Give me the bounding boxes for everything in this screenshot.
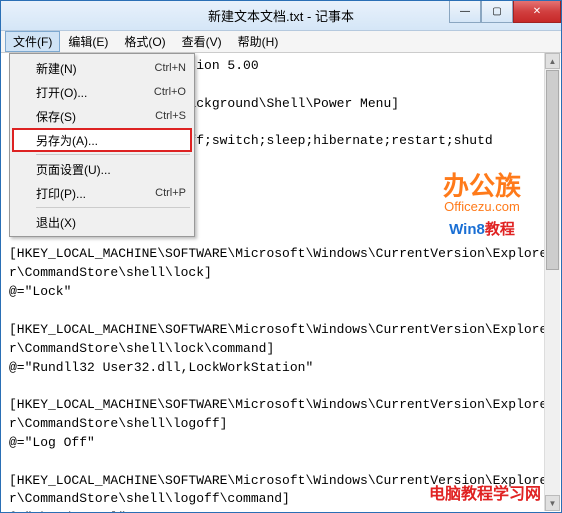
menu-item-label: 新建(N) [36,60,155,77]
menu-item-shortcut: Ctrl+S [155,110,186,122]
titlebar[interactable]: 新建文本文档.txt - 记事本 — ▢ ✕ [1,1,561,31]
menu-item-print[interactable]: 打印(P)... Ctrl+P [12,181,192,205]
maximize-button[interactable]: ▢ [481,1,513,23]
menu-item-shortcut: Ctrl+P [155,187,186,199]
menu-separator [36,154,190,155]
watermark-officezu: 办公族 Officezu.com Win8教程 [443,166,521,239]
scroll-down-button[interactable]: ▼ [545,495,560,511]
menu-item-save[interactable]: 保存(S) Ctrl+S [12,104,192,128]
menu-view[interactable]: 查看(V) [174,31,230,52]
watermark-footer: 电脑教程学习网 [429,480,541,504]
menu-edit[interactable]: 编辑(E) [60,31,116,52]
scroll-up-button[interactable]: ▲ [545,53,560,69]
vertical-scrollbar[interactable]: ▲ ▼ [544,53,560,511]
close-button[interactable]: ✕ [513,1,561,23]
menu-item-saveas[interactable]: 另存为(A)... [12,128,192,152]
menu-item-pagesetup[interactable]: 页面设置(U)... [12,157,192,181]
menu-item-label: 另存为(A)... [36,132,186,149]
scroll-thumb[interactable] [546,70,559,270]
menu-file[interactable]: 文件(F) [5,31,60,52]
menu-format[interactable]: 格式(O) [116,31,173,52]
watermark-win8-blue: Win8 [449,221,485,238]
menu-item-label: 打开(O)... [36,84,154,101]
menu-item-exit[interactable]: 退出(X) [12,210,192,234]
menu-item-shortcut: Ctrl+O [154,86,186,98]
file-menu-dropdown: 新建(N) Ctrl+N 打开(O)... Ctrl+O 保存(S) Ctrl+… [9,53,195,237]
menu-item-label: 退出(X) [36,214,186,231]
menu-item-label: 打印(P)... [36,185,155,202]
window-title: 新建文本文档.txt - 记事本 [208,6,354,25]
menu-item-label: 保存(S) [36,108,155,125]
minimize-button[interactable]: — [449,1,481,23]
watermark-text: 办公族 [443,166,521,203]
menu-item-open[interactable]: 打开(O)... Ctrl+O [12,80,192,104]
menu-item-shortcut: Ctrl+N [155,62,186,74]
menu-help[interactable]: 帮助(H) [230,31,287,52]
menu-item-new[interactable]: 新建(N) Ctrl+N [12,56,192,80]
menu-separator [36,207,190,208]
window-controls: — ▢ ✕ [449,1,561,23]
watermark-win8-red: 教程 [485,221,515,238]
app-window: 新建文本文档.txt - 记事本 — ▢ ✕ 文件(F) 编辑(E) 格式(O)… [0,0,562,513]
watermark-win8: Win8教程 [443,218,521,239]
menubar: 文件(F) 编辑(E) 格式(O) 查看(V) 帮助(H) [1,31,561,53]
menu-item-label: 页面设置(U)... [36,161,186,178]
watermark-subtext: Officezu.com [443,199,521,214]
